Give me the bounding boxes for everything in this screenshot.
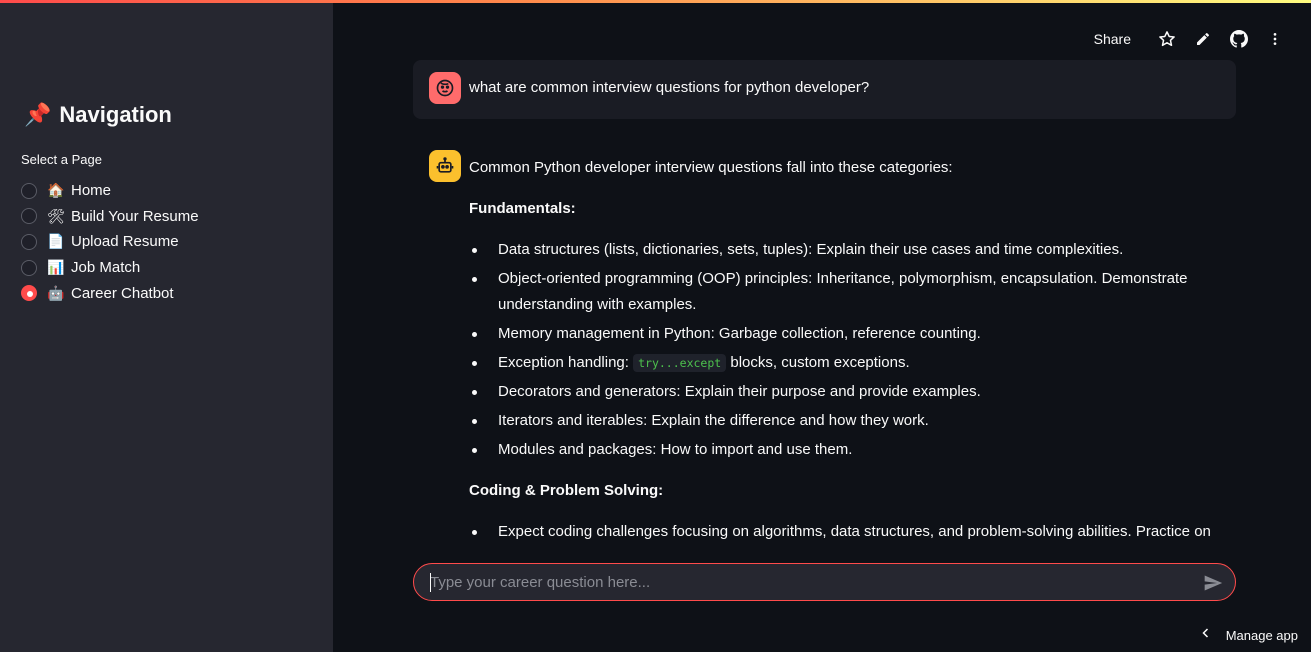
- radio-item-build-resume[interactable]: 🛠 Build Your Resume: [21, 204, 199, 230]
- assistant-message: Common Python developer interview questi…: [413, 150, 1236, 550]
- assistant-message-content: Common Python developer interview questi…: [469, 155, 1229, 550]
- sidebar: 📌 Navigation Select a Page 🏠 Home 🛠 Buil…: [0, 0, 333, 652]
- radio-label: Career Chatbot: [71, 284, 174, 302]
- radio-item-upload-resume[interactable]: 📄 Upload Resume: [21, 229, 199, 255]
- app-toolbar: Share: [1094, 27, 1293, 51]
- list-item: Iterators and iterables: Explain the dif…: [469, 408, 1229, 434]
- pushpin-icon: 📌: [24, 102, 52, 127]
- page-radio-group: 🏠 Home 🛠 Build Your Resume 📄 Upload Resu…: [21, 178, 199, 306]
- coding-list: Expect coding challenges focusing on alg…: [469, 519, 1229, 545]
- pencil-icon[interactable]: [1185, 27, 1221, 51]
- chat-input-container: [413, 563, 1236, 601]
- section-heading-coding: Coding & Problem Solving:: [469, 482, 664, 499]
- chat-input[interactable]: [430, 564, 1190, 600]
- assistant-intro: Common Python developer interview questi…: [469, 159, 953, 176]
- radio-label: Build Your Resume: [71, 207, 199, 225]
- list-item: Modules and packages: How to import and …: [469, 437, 1229, 463]
- fundamentals-list: Data structures (lists, dictionaries, se…: [469, 237, 1229, 463]
- more-vertical-icon[interactable]: [1257, 27, 1293, 51]
- list-item: Data structures (lists, dictionaries, se…: [469, 237, 1229, 263]
- manage-app-button[interactable]: Manage app: [1200, 626, 1298, 644]
- radio-label: Home: [71, 182, 112, 200]
- bar-chart-icon: 📊: [47, 259, 65, 276]
- list-item: Expect coding challenges focusing on alg…: [469, 519, 1229, 545]
- list-item-text: Exception handling:: [498, 354, 629, 371]
- select-page-label: Select a Page: [21, 152, 102, 167]
- user-message: what are common interview questions for …: [413, 60, 1236, 119]
- list-item: Memory management in Python: Garbage col…: [469, 321, 1229, 347]
- radio-item-job-match[interactable]: 📊 Job Match: [21, 255, 199, 281]
- radio-button-selected[interactable]: [21, 285, 37, 302]
- robot-icon: 🤖: [47, 284, 65, 301]
- radio-item-home[interactable]: 🏠 Home: [21, 178, 199, 204]
- inline-code: try...except: [633, 354, 727, 372]
- chevron-left-icon: [1200, 626, 1212, 644]
- radio-item-career-chatbot[interactable]: 🤖 Career Chatbot: [21, 280, 199, 306]
- section-heading-fundamentals: Fundamentals:: [469, 200, 576, 217]
- list-item: Decorators and generators: Explain their…: [469, 379, 1229, 405]
- list-item: Object-oriented programming (OOP) princi…: [469, 266, 1229, 318]
- tools-icon: 🛠: [47, 207, 65, 224]
- share-button[interactable]: Share: [1094, 31, 1131, 47]
- document-icon: 📄: [47, 233, 65, 250]
- list-item: Exception handling: try...except blocks,…: [469, 350, 1229, 376]
- house-icon: 🏠: [47, 182, 65, 199]
- radio-button[interactable]: [21, 208, 37, 225]
- radio-button[interactable]: [21, 259, 37, 276]
- radio-button[interactable]: [21, 233, 37, 250]
- sidebar-title-text: Navigation: [59, 102, 172, 127]
- radio-label: Upload Resume: [71, 233, 179, 251]
- send-icon[interactable]: [1201, 571, 1225, 595]
- text-caret: [430, 573, 431, 592]
- radio-label: Job Match: [71, 259, 141, 277]
- bot-avatar-icon: [429, 150, 461, 182]
- radio-button[interactable]: [21, 182, 37, 199]
- manage-app-label: Manage app: [1225, 627, 1298, 643]
- user-avatar-icon: [429, 72, 461, 104]
- top-decoration-bar: [0, 0, 1311, 3]
- star-icon[interactable]: [1149, 27, 1185, 51]
- list-item-text-suffix: blocks, custom exceptions.: [726, 354, 910, 371]
- sidebar-title: 📌 Navigation: [24, 102, 172, 128]
- github-icon[interactable]: [1221, 27, 1257, 51]
- user-message-text: what are common interview questions for …: [469, 79, 870, 96]
